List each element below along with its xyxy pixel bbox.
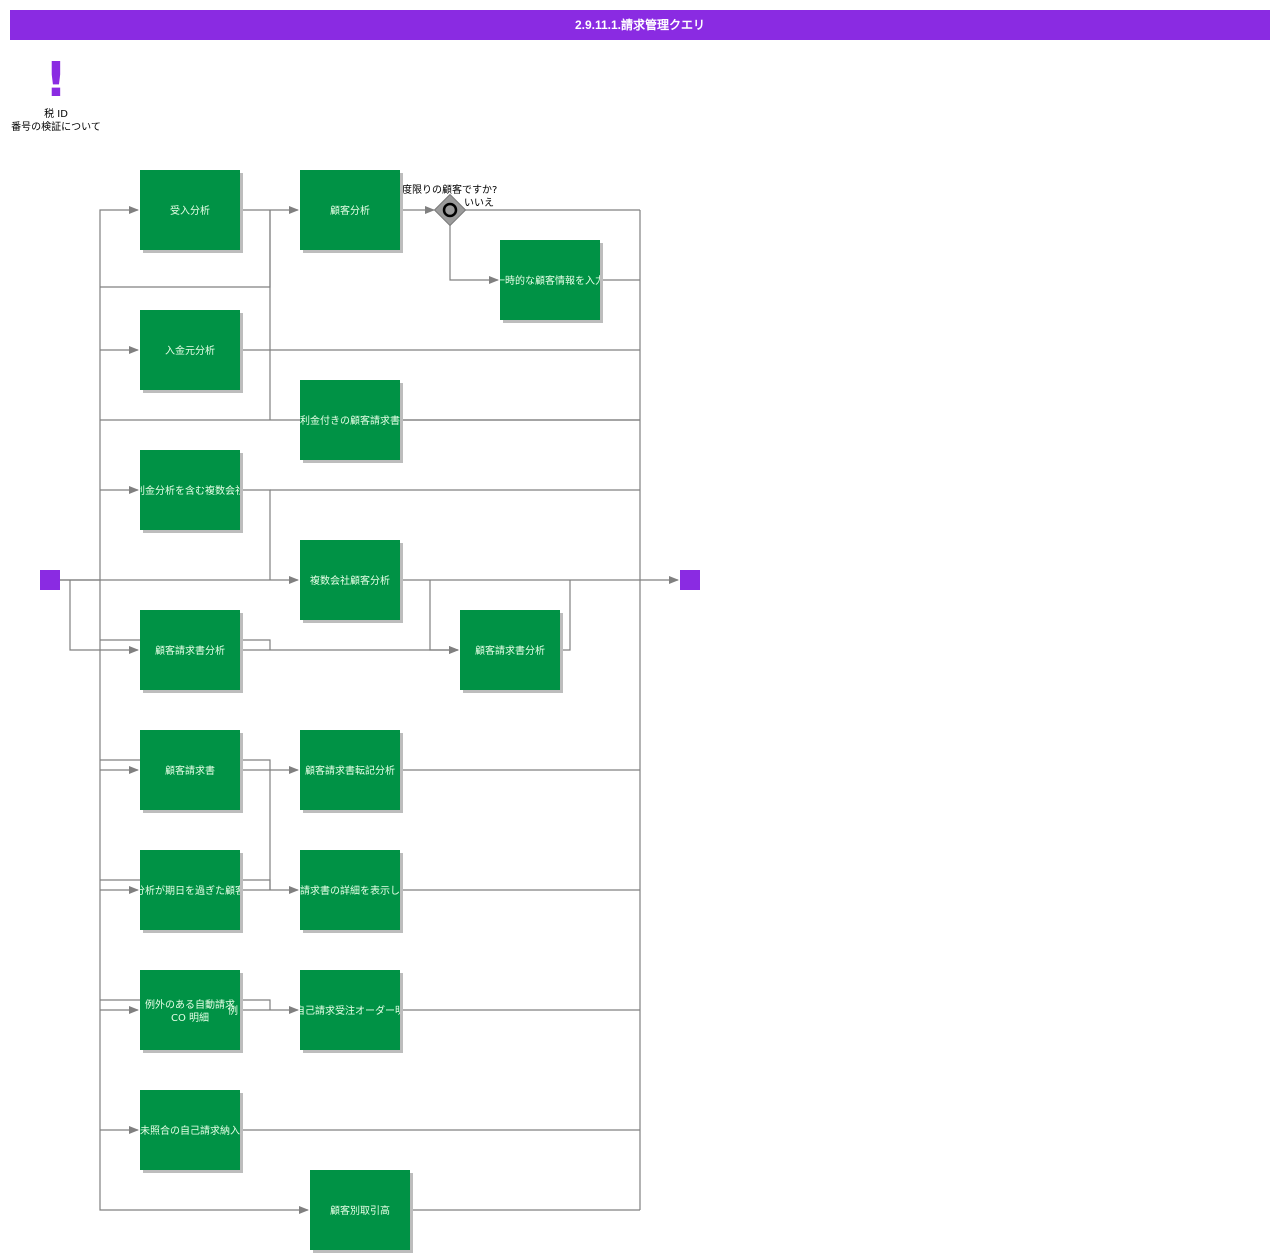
task-label: 利金分析を含む複数会社 xyxy=(135,484,245,497)
task-seikyuusho-bunseki-1[interactable]: 顧客請求書分析 xyxy=(140,610,243,693)
task-label: 自己請求受注オーダー明 xyxy=(295,1004,405,1017)
task-label: 請求書の詳細を表示し xyxy=(300,884,400,897)
exclusive-gateway[interactable] xyxy=(433,193,467,227)
task-shousai-hyouji[interactable]: 請求書の詳細を表示し xyxy=(300,850,403,933)
task-mishougou-nounyuu[interactable]: 未照合の自己請求納入 xyxy=(140,1090,243,1173)
task-jiko-juchuu[interactable]: 自己請求受注オーダー明 xyxy=(295,970,405,1053)
task-kinri-seikyuusho[interactable]: 利金付きの顧客請求書 xyxy=(300,380,403,463)
task-nyuukinmoto-bunseki[interactable]: 入金元分析 xyxy=(140,310,243,393)
task-label: 顧客別取引高 xyxy=(330,1204,390,1217)
task-ichiji-kokyaku-nyuuryoku[interactable]: 一時的な顧客情報を入力 xyxy=(495,240,605,323)
task-label: 未照合の自己請求納入 xyxy=(140,1124,240,1137)
task-jidou-seikyuu[interactable]: 例外のある自動請求 CO 明細 例 xyxy=(140,970,243,1053)
task-label: 一時的な顧客情報を入力 xyxy=(495,274,605,287)
task-label: 顧客請求書転記分析 xyxy=(305,764,395,777)
task-label: 利金付きの顧客請求書 xyxy=(300,414,400,427)
task-label: 顧客請求書分析 xyxy=(475,644,545,657)
task-label-line2: CO 明細 xyxy=(171,1011,209,1024)
task-juunyuu-bunseki[interactable]: 受入分析 xyxy=(140,170,243,253)
task-label: 顧客分析 xyxy=(330,204,370,217)
task-label: 入金元分析 xyxy=(165,344,215,357)
task-label: 受入分析 xyxy=(170,204,210,217)
task-label-side: 例 xyxy=(228,1004,238,1017)
task-tenki-bunseki[interactable]: 顧客請求書転記分析 xyxy=(300,730,403,813)
task-label: 分析が期日を過ぎた顧客 xyxy=(135,884,245,897)
end-event[interactable] xyxy=(680,570,700,590)
task-label: 顧客請求書分析 xyxy=(155,644,225,657)
task-label: 複数会社顧客分析 xyxy=(310,574,390,587)
task-kokyaku-bunseki[interactable]: 顧客分析 xyxy=(300,170,403,253)
task-label: 顧客請求書 xyxy=(165,764,215,777)
task-fukusuu-kaisha-kokyaku[interactable]: 複数会社顧客分析 xyxy=(300,540,403,623)
task-seikyuusho-bunseki-2[interactable]: 顧客請求書分析 xyxy=(460,610,563,693)
task-label-line1: 例外のある自動請求 xyxy=(145,998,235,1011)
task-fukusuu-kaisha-kinri[interactable]: 利金分析を含む複数会社 xyxy=(135,450,245,533)
process-diagram: 一度限りの顧客ですか? いいえ 受入分析 顧客分析 一時的な顧客情報を入力 入金… xyxy=(40,170,700,1253)
gateway-question: 一度限りの顧客ですか? xyxy=(392,183,497,196)
task-kijitsu-kako[interactable]: 分析が期日を過ぎた顧客 xyxy=(135,850,245,933)
start-event[interactable] xyxy=(40,570,60,590)
task-seikyuusho[interactable]: 顧客請求書 xyxy=(140,730,243,813)
gateway-no-label: いいえ xyxy=(464,197,494,209)
task-torihikidaka[interactable]: 顧客別取引高 xyxy=(310,1170,413,1253)
